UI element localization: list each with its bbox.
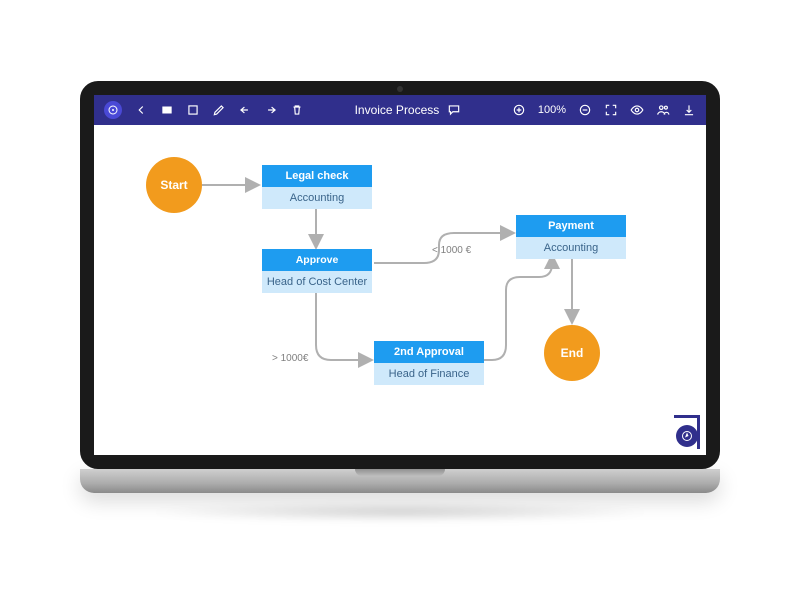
back-icon[interactable] bbox=[134, 103, 148, 117]
zoom-in-icon[interactable] bbox=[512, 103, 526, 117]
download-icon[interactable] bbox=[682, 103, 696, 117]
fullscreen-icon[interactable] bbox=[604, 103, 618, 117]
node-second-approval-sub: Head of Finance bbox=[374, 363, 484, 385]
app-logo-icon[interactable] bbox=[104, 101, 122, 119]
app-screen: Invoice Process 100% bbox=[94, 95, 706, 455]
node-approve[interactable]: Approve Head of Cost Center bbox=[262, 249, 372, 293]
visibility-icon[interactable] bbox=[630, 103, 644, 117]
node-end[interactable]: End bbox=[544, 325, 600, 381]
edit-icon[interactable] bbox=[212, 103, 226, 117]
node-start-label: Start bbox=[160, 178, 187, 192]
share-users-icon[interactable] bbox=[656, 103, 670, 117]
comment-icon[interactable] bbox=[447, 103, 461, 117]
node-second-approval[interactable]: 2nd Approval Head of Finance bbox=[374, 341, 484, 385]
compass-icon[interactable] bbox=[676, 425, 698, 447]
node-legal-check[interactable]: Legal check Accounting bbox=[262, 165, 372, 209]
note-icon[interactable] bbox=[186, 103, 200, 117]
edge-label-gt1000: > 1000€ bbox=[272, 353, 308, 364]
node-second-approval-title: 2nd Approval bbox=[374, 341, 484, 363]
redo-icon[interactable] bbox=[264, 103, 278, 117]
node-payment-sub: Accounting bbox=[516, 237, 626, 259]
node-end-label: End bbox=[561, 346, 584, 360]
toolbar-left-group bbox=[134, 103, 304, 117]
document-title: Invoice Process bbox=[355, 103, 440, 117]
diagram-canvas[interactable]: Start Legal check Accounting Approve Hea… bbox=[94, 125, 706, 455]
panel-icon[interactable] bbox=[160, 103, 174, 117]
laptop-shadow bbox=[144, 503, 656, 521]
document-title-group: Invoice Process bbox=[355, 103, 462, 117]
node-start[interactable]: Start bbox=[146, 157, 202, 213]
node-legal-check-sub: Accounting bbox=[262, 187, 372, 209]
toolbar: Invoice Process 100% bbox=[94, 95, 706, 125]
camera-dot bbox=[397, 86, 403, 92]
node-payment[interactable]: Payment Accounting bbox=[516, 215, 626, 259]
undo-icon[interactable] bbox=[238, 103, 252, 117]
node-approve-sub: Head of Cost Center bbox=[262, 271, 372, 293]
screen-frame: Invoice Process 100% bbox=[80, 81, 720, 469]
zoom-out-icon[interactable] bbox=[578, 103, 592, 117]
node-payment-title: Payment bbox=[516, 215, 626, 237]
trash-icon[interactable] bbox=[290, 103, 304, 117]
laptop-mockup: Invoice Process 100% bbox=[80, 81, 720, 521]
node-approve-title: Approve bbox=[262, 249, 372, 271]
edge-label-lt1000: < 1000 € bbox=[432, 245, 471, 256]
zoom-level: 100% bbox=[538, 104, 566, 116]
node-legal-check-title: Legal check bbox=[262, 165, 372, 187]
toolbar-right-group: 100% bbox=[512, 103, 696, 117]
laptop-base bbox=[80, 469, 720, 493]
